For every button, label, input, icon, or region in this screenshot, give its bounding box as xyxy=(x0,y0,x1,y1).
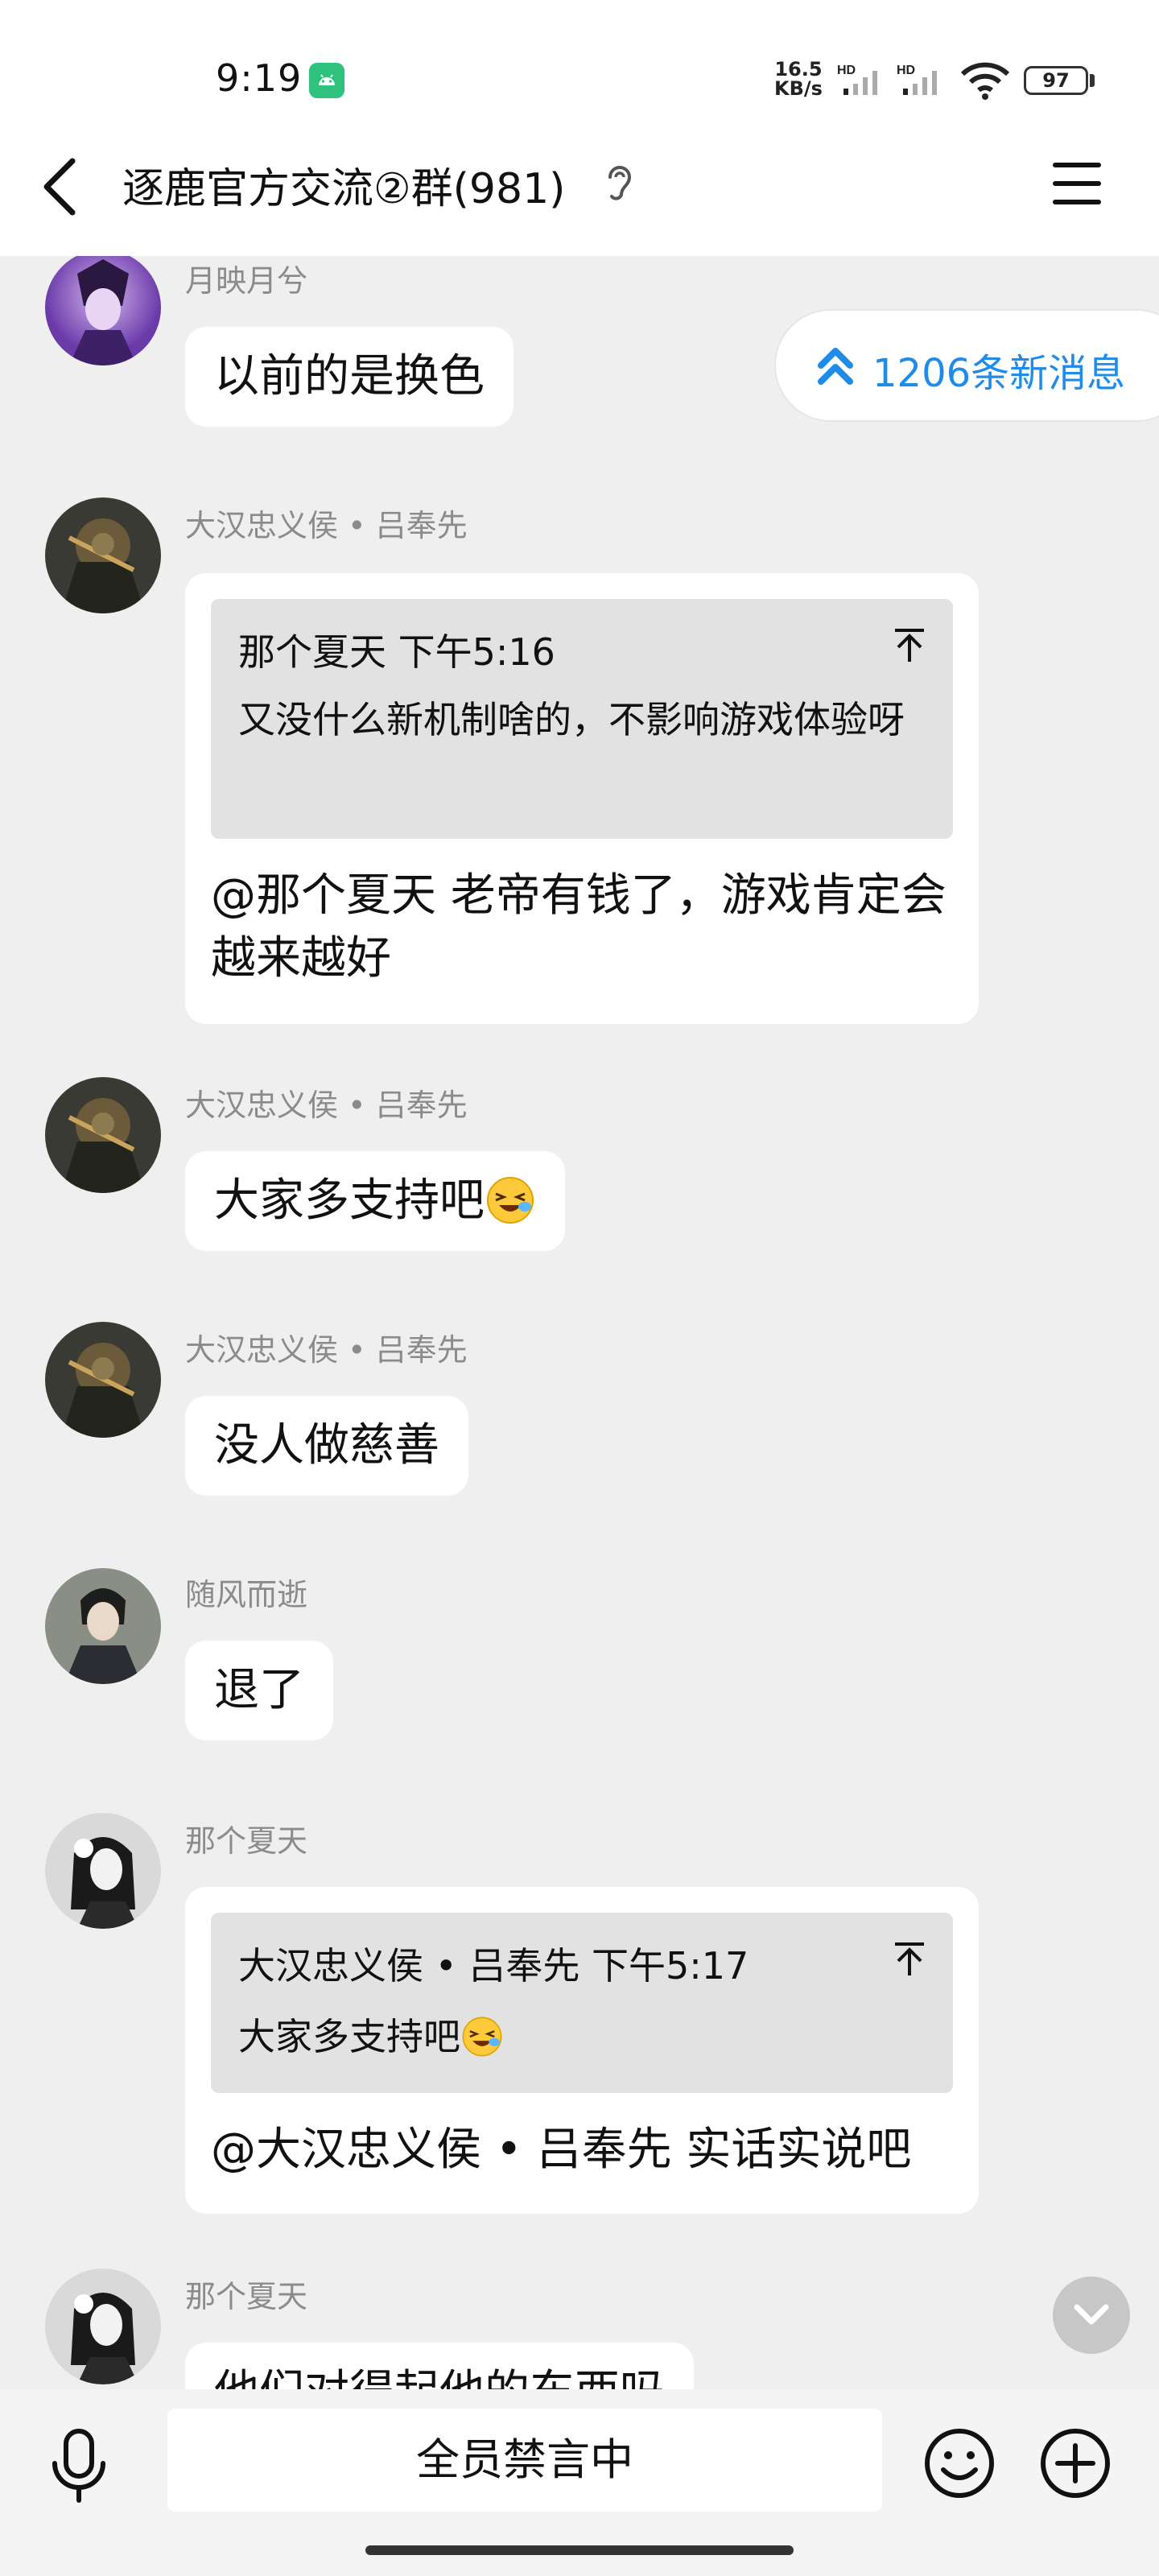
microphone-icon[interactable] xyxy=(48,2428,109,2505)
quote-reply-bubble[interactable]: 大汉忠义侯 • 吕奉先 下午5:17 大家多支持吧 @大汉忠义侯 • 吕奉先 实… xyxy=(185,1887,979,2214)
back-arrow-icon[interactable] xyxy=(40,158,79,216)
jump-to-original-icon[interactable] xyxy=(893,628,926,663)
add-attachment-icon[interactable] xyxy=(1038,2426,1112,2500)
chevron-down-icon xyxy=(1074,2304,1109,2325)
quote-header: 那个夏天 下午5:16 xyxy=(238,630,555,674)
signal-icon: HD xyxy=(837,64,877,95)
network-speed-unit: KB/s xyxy=(774,77,823,100)
message-bubble[interactable]: 退了 xyxy=(185,1641,333,1740)
avatar[interactable] xyxy=(45,1813,161,1929)
quote-header: 大汉忠义侯 • 吕奉先 下午5:17 xyxy=(238,1944,749,1988)
sender-name: 大汉忠义侯 • 吕奉先 xyxy=(185,1332,468,1368)
avatar[interactable] xyxy=(45,2268,161,2384)
quote-text: 大家多支持吧 xyxy=(238,2006,930,2067)
signal-icon-2: HD xyxy=(897,64,937,95)
sender-name: 随风而逝 xyxy=(185,1577,308,1612)
battery-indicator: 97 xyxy=(1024,66,1088,95)
home-indicator[interactable] xyxy=(365,2545,794,2555)
avatar[interactable] xyxy=(45,1568,161,1684)
quote-text-content: 大家多支持吧 xyxy=(238,2015,460,2058)
avatar[interactable] xyxy=(45,1322,161,1438)
sender-name: 月映月兮 xyxy=(185,263,308,299)
hd-label: HD xyxy=(837,64,856,77)
battery-tip xyxy=(1090,74,1095,87)
scroll-to-bottom-button[interactable] xyxy=(1053,2277,1130,2354)
chat-message-list[interactable]: 月映月兮 以前的是换色 大汉忠义侯 • 吕奉先 那个夏天 下午5:16 又没什么… xyxy=(0,256,1159,2389)
reply-text: @那个夏天 老帝有钱了，游戏肯定会越来越好 xyxy=(211,869,947,985)
network-speed-value: 16.5 xyxy=(774,58,823,80)
new-messages-label: 1206条新消息 xyxy=(872,351,1126,396)
quote-text: 又没什么新机制啥的，不影响游戏体验呀 xyxy=(238,698,905,741)
sender-name: 那个夏天 xyxy=(185,1823,308,1859)
menu-icon[interactable] xyxy=(1051,159,1103,208)
new-messages-button[interactable]: 1206条新消息 xyxy=(774,309,1159,422)
ear-icon[interactable] xyxy=(604,161,636,206)
muted-input-field: 全员禁言中 xyxy=(167,2409,882,2512)
message-bubble[interactable]: 他们对得起他的东西吗 xyxy=(185,2343,694,2389)
emoji-picker-icon[interactable] xyxy=(922,2426,996,2500)
quoted-message[interactable]: 大汉忠义侯 • 吕奉先 下午5:17 大家多支持吧 xyxy=(211,1913,953,2093)
avatar[interactable] xyxy=(45,1077,161,1193)
sender-name: 大汉忠义侯 • 吕奉先 xyxy=(185,1088,468,1123)
sender-name: 那个夏天 xyxy=(185,2279,308,2314)
message-text: 大家多支持吧 xyxy=(214,1174,485,1227)
quote-reply-bubble[interactable]: 那个夏天 下午5:16 又没什么新机制啥的，不影响游戏体验呀 @那个夏天 老帝有… xyxy=(185,573,979,1024)
avatar[interactable] xyxy=(45,256,161,365)
message-bubble[interactable]: 以前的是换色 xyxy=(185,327,514,427)
status-time: 9:19 xyxy=(216,56,303,100)
network-speed: 16.5 KB/s xyxy=(774,60,823,98)
wifi-icon xyxy=(960,62,1010,100)
message-bubble[interactable]: 大家多支持吧 xyxy=(185,1151,565,1251)
double-chevron-up-icon xyxy=(818,348,853,385)
android-icon xyxy=(309,63,344,98)
jump-to-original-icon[interactable] xyxy=(893,1942,926,1977)
avatar[interactable] xyxy=(45,497,161,613)
chat-title: 逐鹿官方交流②群(981) xyxy=(122,165,566,213)
squint-grin-emoji-icon xyxy=(462,2017,502,2056)
reply-text: @大汉忠义侯 • 吕奉先 实话实说吧 xyxy=(211,2124,912,2176)
message-bubble[interactable]: 没人做慈善 xyxy=(185,1396,468,1496)
squint-grin-emoji-icon xyxy=(487,1176,534,1224)
sender-name: 大汉忠义侯 • 吕奉先 xyxy=(185,508,468,543)
quoted-message[interactable]: 那个夏天 下午5:16 又没什么新机制啥的，不影响游戏体验呀 xyxy=(211,599,953,839)
hd-label: HD xyxy=(897,64,915,77)
